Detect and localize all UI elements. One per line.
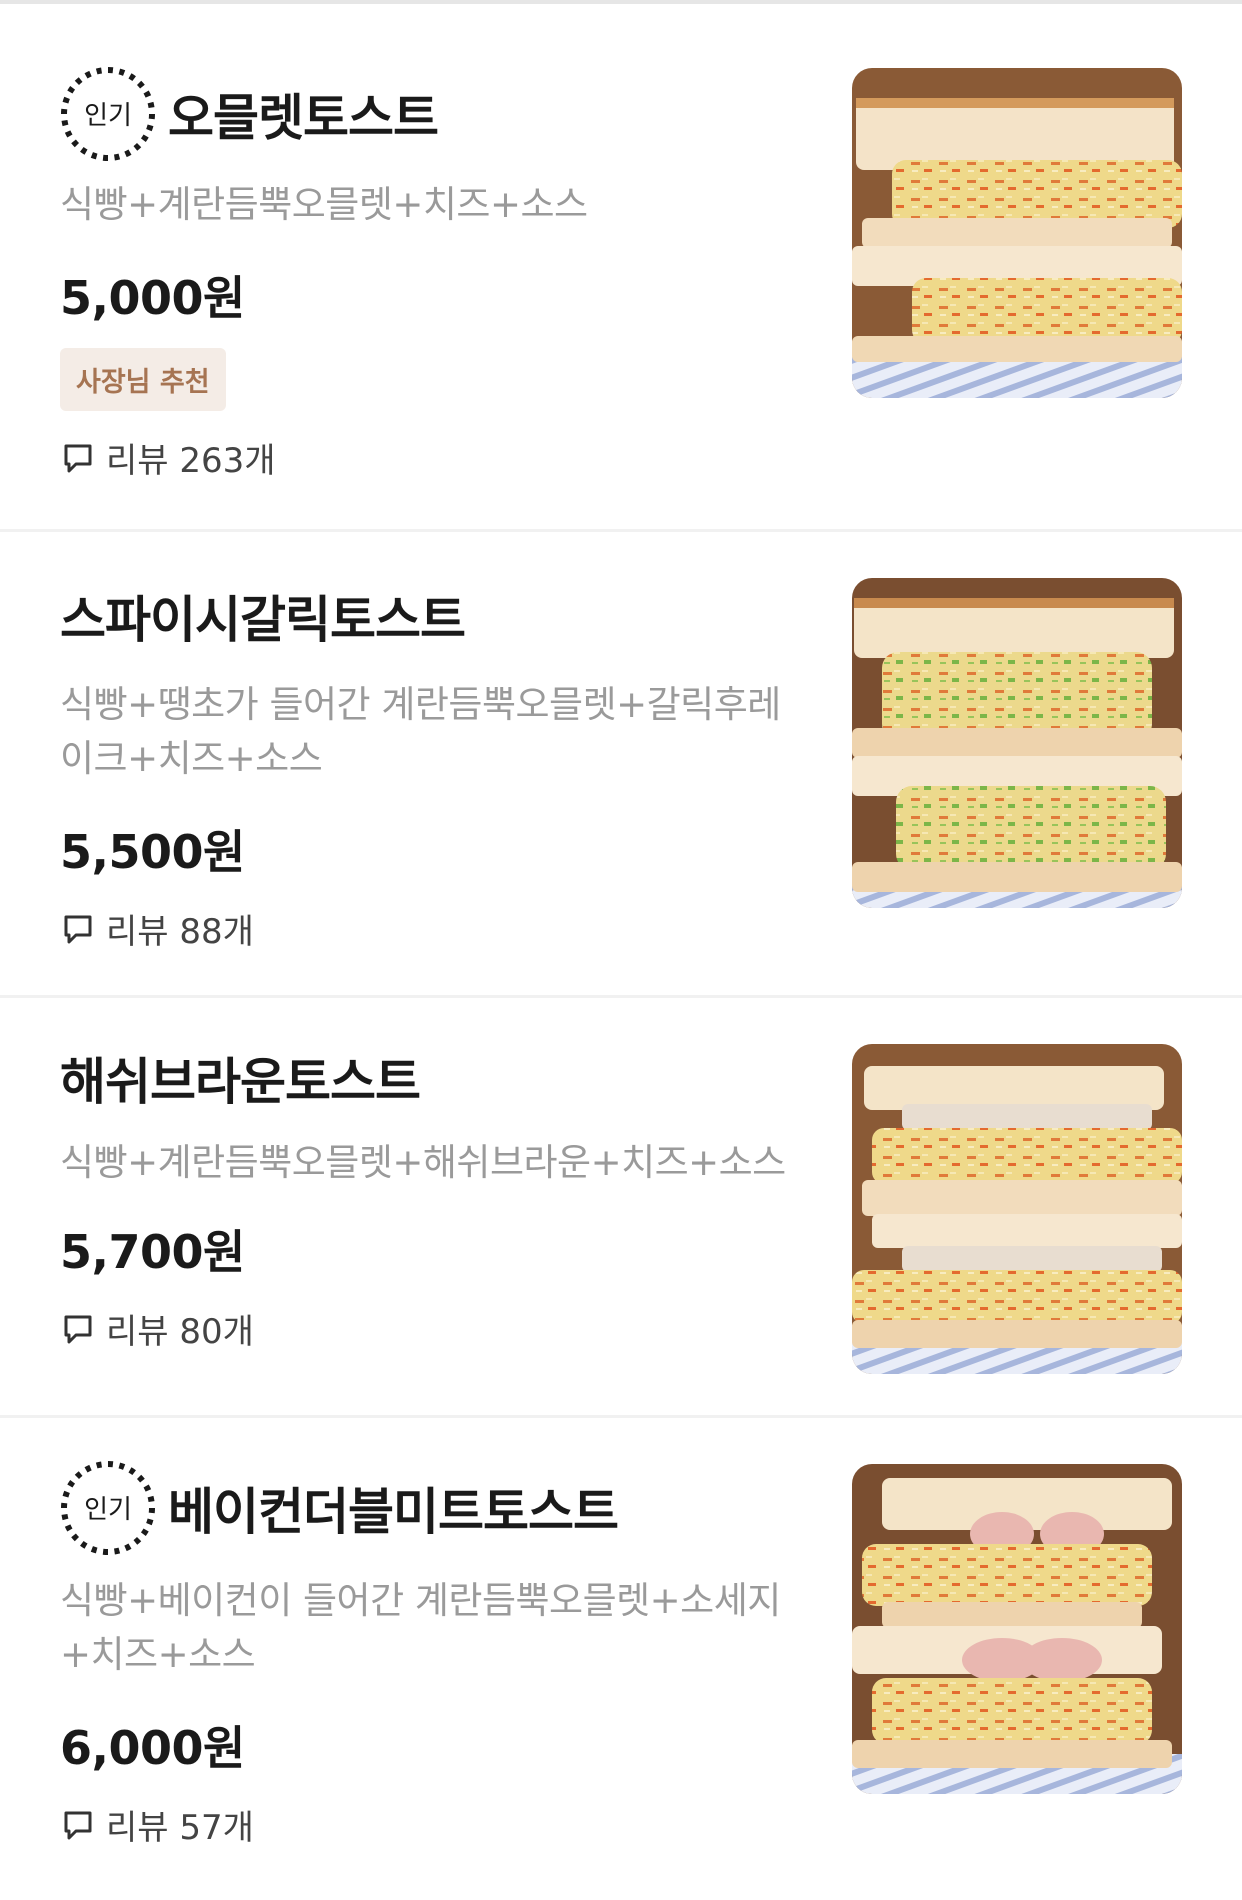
title-row: 인기 베이컨더블미트토스트 [60, 1458, 810, 1558]
title-row: 해쉬브라운토스트 [60, 1034, 810, 1122]
popular-badge-label: 인기 [84, 1495, 132, 1525]
review-count-label: 리뷰 80개 [106, 1312, 254, 1352]
review-count-label: 리뷰 57개 [106, 1808, 254, 1848]
menu-item-photo [852, 1044, 1182, 1374]
menu-item-price: 5,000원 [60, 271, 245, 325]
menu-item-info: 해쉬브라운토스트 식빵+계란듬뿍오믈렛+해쉬브라운+치즈+소스 5,700원 리… [60, 1034, 810, 1353]
menu-list: 인기 오믈렛토스트 식빵+계란듬뿍오믈렛+치즈+소스 5,000원 사장님 추천… [0, 0, 1242, 1900]
menu-item-price: 6,000원 [60, 1721, 245, 1775]
menu-item-title: 해쉬브라운토스트 [60, 1053, 421, 1111]
review-count-label: 리뷰 263개 [106, 441, 276, 481]
menu-item-description: 식빵+베이컨이 들어간 계란듬뿍오믈렛+소세지+치즈+소스 [60, 1579, 781, 1676]
menu-item-title: 오믈렛토스트 [168, 89, 439, 147]
review-count-label: 리뷰 88개 [106, 912, 254, 952]
speech-bubble-icon [64, 1315, 92, 1343]
menu-item-price: 5,700원 [60, 1225, 245, 1279]
owner-recommend-tag: 사장님 추천 [60, 348, 226, 411]
menu-item-description: 식빵+땡초가 들어간 계란듬뿍오믈렛+갈릭후레이크+치즈+소스 [60, 683, 781, 780]
menu-item-omelet-toast[interactable]: 인기 오믈렛토스트 식빵+계란듬뿍오믈렛+치즈+소스 5,000원 사장님 추천… [0, 4, 1242, 532]
review-count: 리뷰 88개 [60, 904, 810, 953]
speech-bubble-icon [64, 915, 92, 943]
review-count: 리뷰 263개 [60, 433, 810, 482]
menu-item-title: 스파이시갈릭토스트 [60, 591, 466, 649]
popular-badge-label: 인기 [84, 101, 132, 131]
menu-item-description: 식빵+계란듬뿍오믈렛+해쉬브라운+치즈+소스 [60, 1141, 786, 1184]
title-row: 인기 오믈렛토스트 [60, 64, 810, 164]
menu-item-spicy-garlic-toast[interactable]: 스파이시갈릭토스트 식빵+땡초가 들어간 계란듬뿍오믈렛+갈릭후레이크+치즈+소… [0, 532, 1242, 998]
speech-bubble-icon [64, 1811, 92, 1839]
menu-item-info: 인기 베이컨더블미트토스트 식빵+베이컨이 들어간 계란듬뿍오믈렛+소세지+치즈… [60, 1458, 810, 1849]
review-count: 리뷰 80개 [60, 1304, 810, 1353]
menu-item-price: 5,500원 [60, 825, 245, 879]
menu-item-description: 식빵+계란듬뿍오믈렛+치즈+소스 [60, 183, 588, 226]
popular-badge-icon: 인기 [61, 1461, 155, 1555]
menu-item-bacon-double-meat-toast[interactable]: 인기 베이컨더블미트토스트 식빵+베이컨이 들어간 계란듬뿍오믈렛+소세지+치즈… [0, 1418, 1242, 1900]
review-count: 리뷰 57개 [60, 1800, 810, 1849]
menu-item-photo [852, 578, 1182, 908]
menu-item-info: 인기 오믈렛토스트 식빵+계란듬뿍오믈렛+치즈+소스 5,000원 사장님 추천… [60, 64, 810, 482]
menu-item-photo [852, 1464, 1182, 1794]
menu-item-info: 스파이시갈릭토스트 식빵+땡초가 들어간 계란듬뿍오믈렛+갈릭후레이크+치즈+소… [60, 572, 810, 953]
speech-bubble-icon [64, 444, 92, 472]
menu-item-hashbrown-toast[interactable]: 해쉬브라운토스트 식빵+계란듬뿍오믈렛+해쉬브라운+치즈+소스 5,700원 리… [0, 998, 1242, 1418]
menu-item-photo [852, 68, 1182, 398]
title-row: 스파이시갈릭토스트 [60, 572, 810, 660]
popular-badge-icon: 인기 [61, 67, 155, 161]
menu-item-title: 베이컨더블미트토스트 [168, 1483, 619, 1541]
